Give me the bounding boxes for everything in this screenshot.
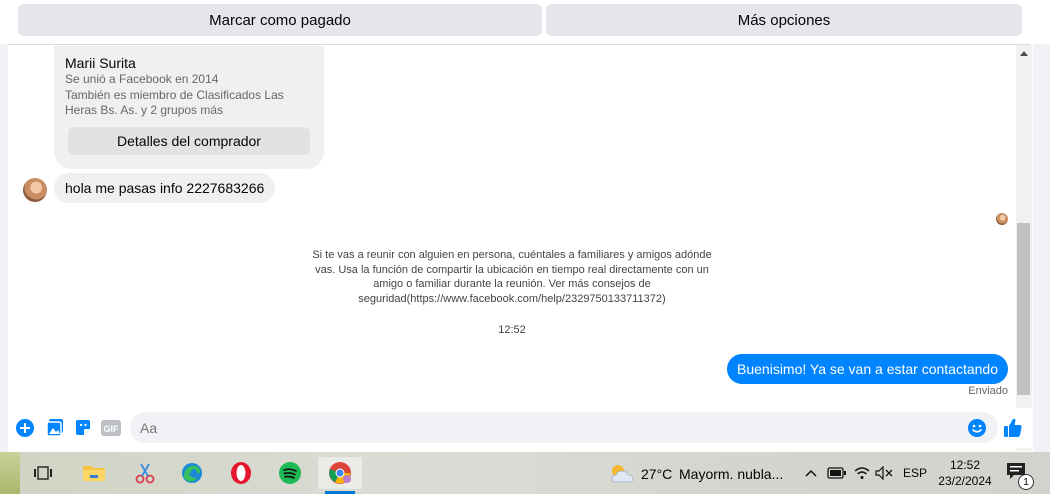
scroll-up-arrow-icon[interactable]: [1016, 47, 1032, 59]
language-indicator[interactable]: ESP: [900, 463, 930, 483]
action-bar: Marcar como pagado Más opciones: [0, 0, 1050, 44]
edge-icon[interactable]: [175, 457, 209, 489]
weather-widget[interactable]: 27°C Mayorm. nubla...: [606, 460, 806, 488]
plus-circle-icon[interactable]: [14, 417, 36, 439]
snipping-tool-icon[interactable]: [128, 457, 162, 489]
windows-taskbar: 27°C Mayorm. nubla... ESP 12:52 23/2/202…: [0, 452, 1050, 494]
file-explorer-icon[interactable]: [77, 457, 111, 489]
gif-label: GIF: [104, 424, 120, 434]
safety-notice: Si te vas a reunir con alguien en person…: [312, 249, 712, 305]
buyer-details-button[interactable]: Detalles del comprador: [68, 127, 310, 155]
chrome-icon[interactable]: [318, 457, 362, 489]
emoji-icon[interactable]: [966, 417, 988, 439]
outgoing-message: Buenisimo! Ya se van a estar contactando: [727, 354, 1008, 384]
weather-temperature: 27°C: [641, 466, 673, 482]
volume-muted-icon[interactable]: [874, 463, 894, 483]
page-left-edge: [0, 0, 8, 452]
message-composer: GIF: [8, 408, 1033, 448]
message-timestamp: 12:52: [498, 324, 526, 336]
gif-icon[interactable]: GIF: [100, 417, 122, 439]
task-view-icon[interactable]: [26, 457, 60, 489]
scroll-thumb[interactable]: [1017, 223, 1030, 395]
buyer-groups: También es miembro de Clasificados Las H…: [65, 88, 284, 117]
divider: [8, 44, 1030, 45]
weather-icon: [608, 462, 636, 489]
buyer-joined-date: Se unió a Facebook en 2014: [65, 72, 219, 86]
message-input[interactable]: [130, 412, 998, 443]
buyer-name: Marii Surita: [65, 55, 136, 71]
notification-icon[interactable]: 1: [1004, 462, 1034, 490]
weather-condition: Mayorm. nubla...: [679, 466, 784, 482]
system-clock[interactable]: 12:52 23/2/2024: [934, 457, 996, 489]
notification-count-badge: 1: [1018, 474, 1034, 490]
opera-icon[interactable]: [224, 457, 258, 489]
desktop-wallpaper-edge: [0, 452, 20, 494]
avatar[interactable]: [23, 178, 47, 202]
chevron-up-icon[interactable]: [803, 463, 819, 483]
page-right-edge: [1033, 0, 1050, 452]
photo-icon[interactable]: [44, 417, 66, 439]
chat-scrollbar[interactable]: [1016, 45, 1032, 451]
incoming-message: hola me pasas info 2227683266: [54, 173, 276, 203]
sent-status: Enviado: [968, 385, 1008, 397]
thumbs-up-icon[interactable]: [1002, 417, 1024, 439]
wifi-icon[interactable]: [852, 463, 872, 483]
buyer-info-card: Marii Surita Se unió a Facebook en 2014 …: [54, 46, 324, 169]
clock-time: 12:52: [949, 458, 981, 472]
battery-icon[interactable]: [826, 463, 848, 483]
read-receipt-avatar: [996, 213, 1008, 225]
mark-as-paid-button[interactable]: Marcar como pagado: [18, 4, 542, 36]
spotify-icon[interactable]: [273, 457, 307, 489]
sticker-icon[interactable]: [72, 417, 94, 439]
clock-date: 23/2/2024: [938, 474, 992, 488]
more-options-button[interactable]: Más opciones: [546, 4, 1022, 36]
